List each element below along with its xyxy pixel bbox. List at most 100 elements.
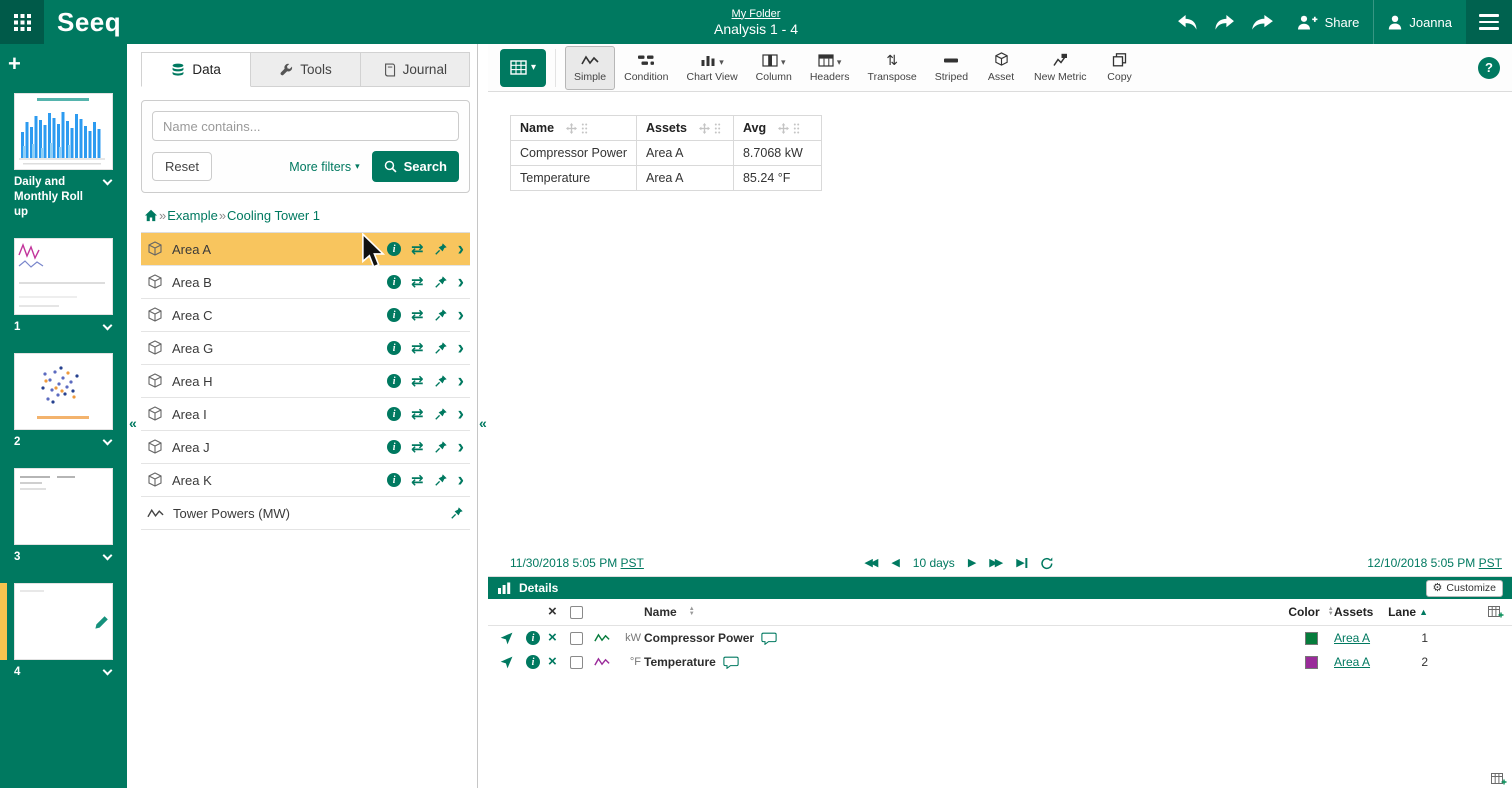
help-button[interactable]: ? — [1478, 57, 1500, 79]
tab-tools[interactable]: Tools — [251, 52, 360, 87]
color-swatch[interactable] — [1305, 656, 1318, 669]
range-start[interactable]: 11/30/2018 5:05 PM PST — [510, 556, 644, 570]
chevron-right-icon[interactable]: › — [458, 372, 464, 391]
chevron-down-icon[interactable] — [103, 321, 113, 331]
toolbar-button-column[interactable]: ▾ Column — [747, 46, 801, 90]
analysis-title[interactable]: Analysis 1 - 4 — [714, 21, 798, 37]
swap-icon[interactable]: ⇄ — [411, 374, 424, 389]
swap-icon[interactable]: ⇄ — [411, 308, 424, 323]
chevron-right-icon[interactable]: › — [458, 306, 464, 325]
undo-button[interactable] — [1169, 0, 1206, 44]
details-header-color[interactable]: Color — [1288, 605, 1319, 619]
redo-button[interactable] — [1206, 0, 1243, 44]
tab-data[interactable]: Data — [141, 52, 251, 87]
tab-journal[interactable]: Journal — [361, 52, 470, 87]
customize-button[interactable]: ⚙ Customize — [1426, 580, 1503, 597]
row-checkbox[interactable] — [570, 632, 583, 645]
chevron-right-icon[interactable]: › — [458, 339, 464, 358]
chevron-down-icon[interactable] — [103, 666, 113, 676]
pin-icon[interactable] — [434, 374, 448, 388]
pin-icon[interactable] — [434, 242, 448, 256]
breadcrumb-cooling-tower-link[interactable]: Cooling Tower 1 — [227, 208, 320, 223]
swap-icon[interactable]: ⇄ — [411, 440, 424, 455]
info-icon[interactable]: i — [387, 308, 401, 322]
toolbar-button-chart-view[interactable]: ▾ Chart View — [677, 46, 746, 90]
worksheet-label-3[interactable]: 2 — [14, 435, 113, 450]
navigate-arrow-icon[interactable] — [500, 656, 513, 669]
chevron-right-icon[interactable]: › — [458, 273, 464, 292]
asset-row-area-a[interactable]: Area A i ⇄ › — [141, 233, 470, 266]
grip-icon[interactable] — [714, 123, 721, 134]
column-settings-icon[interactable] — [1488, 606, 1504, 619]
info-icon[interactable]: i — [387, 341, 401, 355]
navigate-arrow-icon[interactable] — [500, 632, 513, 645]
chevron-right-icon[interactable]: › — [458, 471, 464, 490]
table-view-dropdown-button[interactable]: ▾ — [500, 49, 546, 87]
share-button[interactable]: Share — [1282, 0, 1374, 44]
add-column-icon[interactable] — [1491, 773, 1507, 786]
toolbar-button-condition[interactable]: Condition — [615, 46, 677, 90]
pin-icon[interactable] — [434, 341, 448, 355]
chevron-right-icon[interactable]: › — [458, 405, 464, 424]
remove-all-icon[interactable]: × — [548, 605, 557, 619]
toolbar-button-striped[interactable]: Striped — [926, 46, 977, 90]
signal-name[interactable]: Compressor Power — [644, 631, 754, 645]
worksheet-label-5[interactable]: 4 — [14, 665, 113, 680]
pin-icon[interactable] — [450, 506, 464, 520]
step-forward-half-icon[interactable]: ▶ — [968, 558, 976, 569]
pin-icon[interactable] — [434, 308, 448, 322]
user-menu[interactable]: Joanna — [1373, 0, 1466, 44]
my-folder-link[interactable]: My Folder — [714, 8, 798, 20]
asset-row-area-j[interactable]: Area J i ⇄ › — [141, 431, 470, 464]
chevron-down-icon[interactable] — [103, 176, 113, 186]
asset-row-area-b[interactable]: Area B i ⇄ › — [141, 266, 470, 299]
breadcrumb-example-link[interactable]: Example — [167, 208, 218, 223]
more-filters-link[interactable]: More filters ▾ — [289, 160, 359, 174]
add-worksheet-button[interactable]: + — [8, 53, 32, 77]
step-back-full-icon[interactable]: ◀◀ — [864, 558, 878, 569]
table-header-assets[interactable]: Assets — [636, 116, 733, 141]
toolbar-button-asset[interactable]: Asset — [977, 46, 1025, 90]
info-icon[interactable]: i — [387, 275, 401, 289]
search-button[interactable]: Search — [372, 151, 459, 182]
forward-button[interactable] — [1243, 0, 1282, 44]
remove-icon[interactable]: × — [548, 631, 557, 645]
asset-row-area-c[interactable]: Area C i ⇄ › — [141, 299, 470, 332]
asset-row-area-g[interactable]: Area G i ⇄ › — [141, 332, 470, 365]
collapse-panel-right-icon[interactable]: « — [479, 416, 487, 430]
swap-icon[interactable]: ⇄ — [411, 407, 424, 422]
worksheet-thumbnail-3[interactable] — [14, 353, 113, 430]
table-header-name[interactable]: Name — [511, 116, 637, 141]
reset-button[interactable]: Reset — [152, 152, 212, 181]
comment-icon[interactable] — [761, 632, 777, 645]
asset-link[interactable]: Area A — [1334, 655, 1370, 669]
refresh-icon[interactable] — [1041, 557, 1054, 570]
signal-row-tower-powers[interactable]: Tower Powers (MW) — [141, 497, 470, 530]
sort-icon[interactable]: ▲▼ — [689, 607, 695, 617]
asset-row-area-h[interactable]: Area H i ⇄ › — [141, 365, 470, 398]
asset-row-area-k[interactable]: Area K i ⇄ › — [141, 464, 470, 497]
pin-icon[interactable] — [434, 473, 448, 487]
select-all-checkbox[interactable] — [570, 606, 583, 619]
collapse-panel-left-icon[interactable]: « — [129, 416, 137, 430]
table-header-avg[interactable]: Avg — [733, 116, 821, 141]
row-checkbox[interactable] — [570, 656, 583, 669]
signal-name[interactable]: Temperature — [644, 655, 716, 669]
info-icon[interactable]: i — [526, 631, 540, 645]
info-icon[interactable]: i — [387, 242, 401, 256]
chevron-right-icon[interactable]: › — [458, 240, 464, 259]
grip-icon[interactable] — [581, 123, 588, 134]
worksheet-thumbnail-2[interactable] — [14, 238, 113, 315]
swap-icon[interactable]: ⇄ — [411, 242, 424, 257]
move-icon[interactable] — [566, 123, 577, 134]
step-forward-full-icon[interactable]: ▶▶ — [989, 558, 1003, 569]
app-switcher-button[interactable] — [0, 0, 44, 44]
comment-icon[interactable] — [723, 656, 739, 669]
move-icon[interactable] — [699, 123, 710, 134]
pin-icon[interactable] — [434, 275, 448, 289]
search-input[interactable] — [152, 111, 459, 141]
info-icon[interactable]: i — [387, 473, 401, 487]
step-to-now-icon[interactable]: ▶ — [1016, 558, 1027, 569]
hamburger-menu-button[interactable] — [1466, 0, 1512, 44]
worksheet-label-1[interactable]: Daily and Monthly Roll up — [14, 175, 113, 220]
